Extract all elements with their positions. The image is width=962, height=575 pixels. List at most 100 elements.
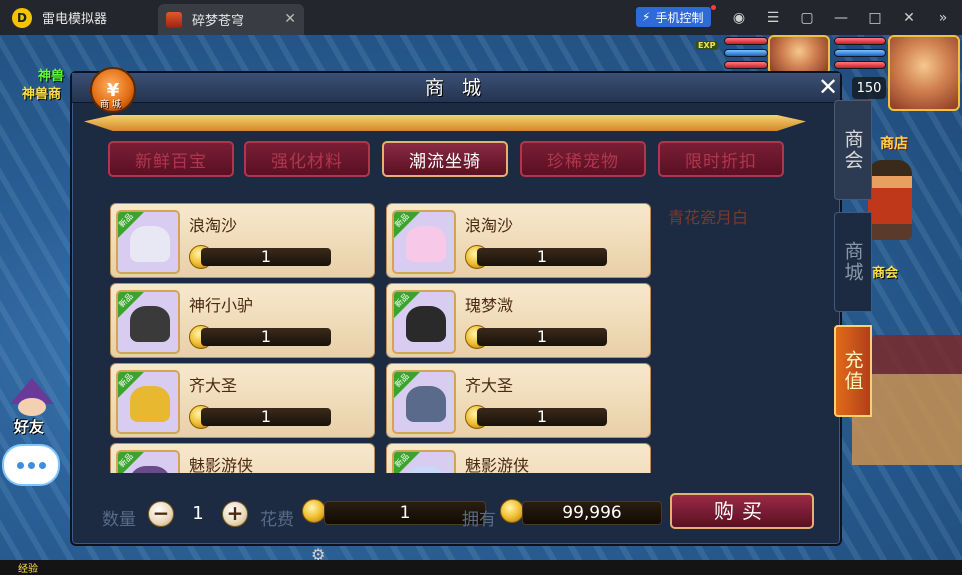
mount-icon [130,466,170,473]
pet-portrait[interactable] [768,35,830,75]
close-window-icon[interactable]: ✕ [900,9,918,27]
item-price: 1 [201,248,331,266]
emulator-logo-icon: D [12,7,32,28]
item-icon: 新品 [392,370,456,434]
shop-npc-label: 商店 [880,136,908,152]
item-name: 魅影游侠 [189,456,254,473]
shop-ribbon-decoration [84,115,806,131]
left-npc-label-2: 神兽商 [22,87,62,102]
item-icon: 新品 [392,290,456,354]
buy-button[interactable]: 购买 [670,493,814,529]
tab-category-5[interactable]: 限时折扣 [658,141,784,177]
chat-dot-icon [38,461,46,469]
tab-close-icon[interactable]: ✕ [284,11,296,27]
pet-hp-bar-2 [724,61,768,69]
item-name: 神行小驴 [189,296,254,315]
shop-emblem-label: 商 城 [100,100,121,110]
phone-control-label: 手机控制 [655,10,704,25]
item-card[interactable]: 新品 魅影游侠 [386,443,651,473]
tab-category-3[interactable]: 潮流坐骑 [382,141,508,177]
item-name: 瑰梦溦 [465,296,514,315]
tab-shop[interactable]: 商城 [834,212,872,312]
cost-label: 花费 [260,510,294,530]
maximize-icon[interactable]: □ [866,9,884,27]
item-name: 浪淘沙 [465,216,514,235]
tab-category-2[interactable]: 强化材料 [244,141,370,177]
item-price: 1 [201,328,331,346]
exp-bar-label: 经验 [18,564,38,575]
shop-npc[interactable] [868,160,912,240]
pet-hp-bar [724,37,768,45]
shop-panel: 商 城 ¥ 商 城 ✕ 新鲜百宝 强化材料 潮流坐骑 珍稀宠物 限时折扣 新品 … [70,67,842,546]
minimize-icon[interactable]: — [832,9,850,27]
phone-control-button[interactable]: ⚡ 手机控制 [636,7,712,27]
mount-icon [406,386,446,422]
item-description-title: 青花瓷月白 [668,208,749,227]
item-card[interactable]: 新品 浪淘沙 1 [386,203,651,278]
menu-icon[interactable]: ☰ [764,9,782,27]
item-card[interactable]: 新品 瑰梦溦 1 [386,283,651,358]
item-icon: 新品 [392,450,456,473]
item-grid[interactable]: 新品 浪淘沙 1 新品 浪淘沙 1 新品 神行小驴 1 新品 瑰梦溦 1 新品 … [108,201,658,473]
player-hp-bar-2 [834,61,886,69]
exp-bar: 经验 [0,560,962,575]
user-icon[interactable]: ◉ [730,9,748,27]
item-card[interactable]: 新品 浪淘沙 1 [110,203,375,278]
player-level-badge: 150 [852,77,886,99]
item-card[interactable]: 新品 神行小驴 1 [110,283,375,358]
tab-recharge[interactable]: 充值 [834,325,872,417]
item-card[interactable]: 新品 魅影游侠 [110,443,375,473]
game-tab-title: 碎梦苍穹 [192,14,245,29]
item-price: 1 [477,408,607,426]
item-card[interactable]: 新品 齐大圣 1 [386,363,651,438]
purchase-footer: 数量 − 1 + 花费 1 拥有 99,996 购买 [72,493,840,541]
friends-label: 好友 [14,418,45,436]
bolt-icon: ⚡ [642,10,651,24]
item-icon: 新品 [116,370,180,434]
mount-icon [130,386,170,422]
mount-icon [406,306,446,342]
item-icon: 新品 [392,210,456,274]
pet-mp-bar [724,49,768,57]
expand-sidebar-icon[interactable]: » [934,9,952,27]
shop-title: 商 城 [424,77,488,99]
mount-icon [406,226,446,262]
friends-button[interactable]: 好友 [4,378,60,436]
game-tab-icon [166,11,182,28]
tab-category-4[interactable]: 珍稀宠物 [520,141,646,177]
emulator-titlebar: D 雷电模拟器 碎梦苍穹 ✕ ⚡ 手机控制 ◉ ☰ ▢ — □ ✕ » [0,0,962,35]
item-price: 1 [477,248,607,266]
item-icon: 新品 [116,210,180,274]
emulator-app-name: 雷电模拟器 [42,12,108,27]
quantity-label: 数量 [102,510,136,530]
player-portrait[interactable] [888,35,960,111]
friend-face-icon [18,398,46,416]
owned-label: 拥有 [462,510,496,530]
exp-badge: EXP [696,41,718,50]
item-card[interactable]: 新品 齐大圣 1 [110,363,375,438]
quantity-value[interactable]: 1 [172,501,224,527]
item-price: 1 [201,408,331,426]
chat-dot-icon [27,461,35,469]
chat-button[interactable] [2,444,60,486]
player-mp-bar [834,49,886,57]
screenshot-icon[interactable]: ▢ [798,9,816,27]
mount-icon [130,226,170,262]
left-npc-label-1: 神兽 [38,69,65,84]
coin-icon [302,499,326,523]
item-price: 1 [477,328,607,346]
item-name: 浪淘沙 [189,216,238,235]
shop-close-button[interactable]: ✕ [816,75,840,100]
notification-dot [711,5,716,10]
item-name: 魅影游侠 [465,456,530,473]
owned-value: 99,996 [522,501,662,525]
tab-guild[interactable]: 商会 [834,100,872,200]
quantity-minus-button[interactable]: − [148,501,174,527]
quantity-plus-button[interactable]: + [222,501,248,527]
mount-icon [130,306,170,342]
game-tab[interactable]: 碎梦苍穹 ✕ [158,4,304,35]
coin-icon [500,499,524,523]
tab-category-1[interactable]: 新鲜百宝 [108,141,234,177]
item-name: 齐大圣 [465,376,514,395]
player-hp-bar [834,37,886,45]
